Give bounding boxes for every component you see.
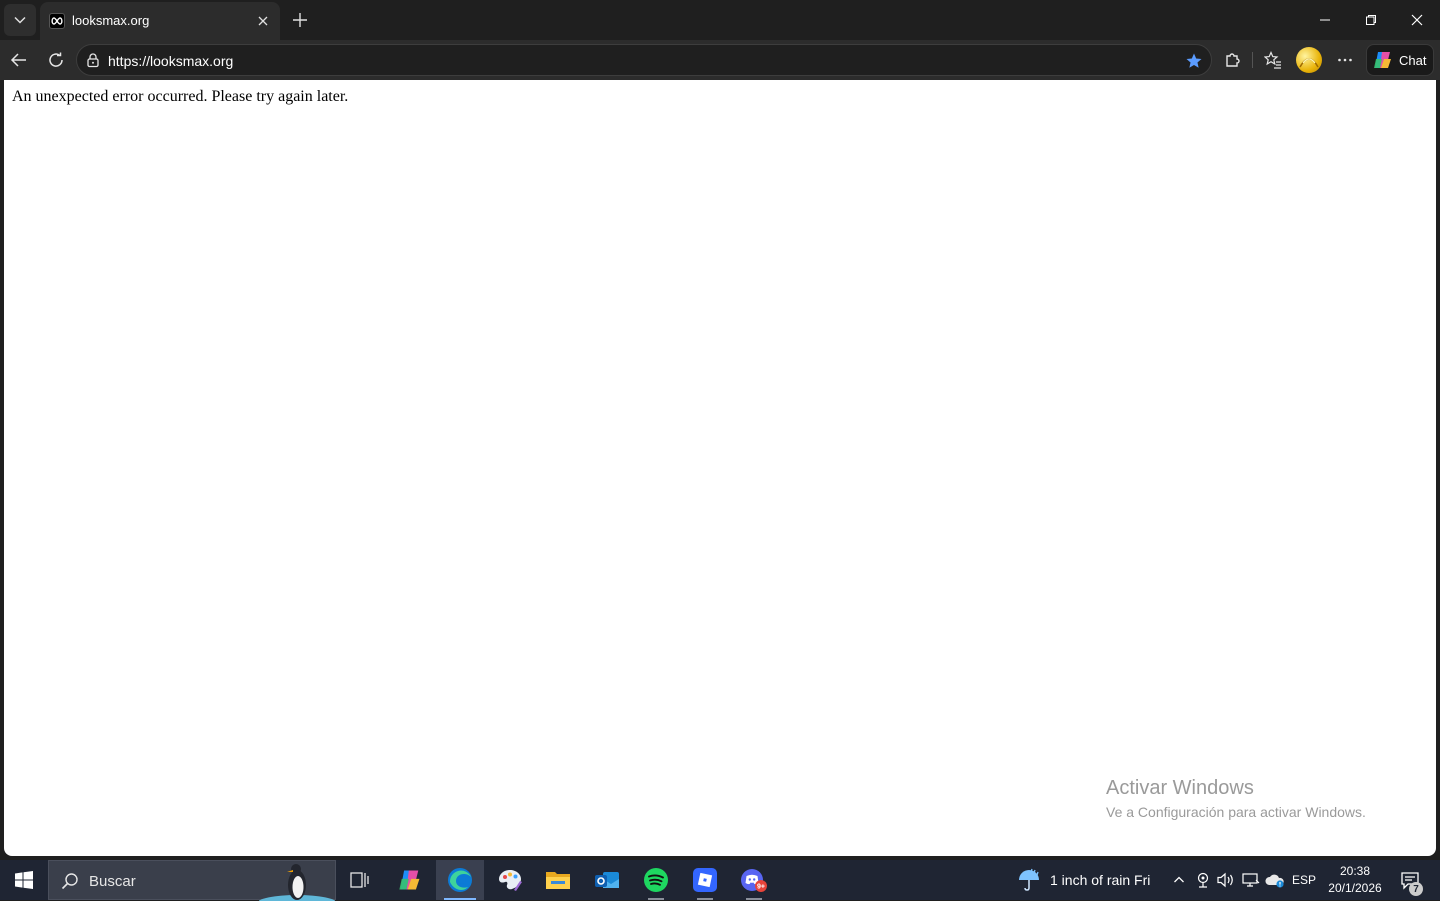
copilot-icon [399, 870, 420, 890]
discord-badge: 9+ [757, 884, 765, 891]
roblox-icon [693, 868, 717, 892]
taskbar-copilot[interactable] [386, 860, 434, 900]
taskbar-roblox[interactable] [681, 860, 729, 900]
watermark-title: Activar Windows [1106, 777, 1254, 799]
penguin-illustration-icon [259, 861, 335, 901]
browser-toolbar: https://looksmax.org Chat [0, 40, 1440, 80]
onedrive-cloud-icon [1265, 874, 1284, 888]
input-language-indicator[interactable]: ESP [1290, 860, 1318, 900]
copilot-icon [1374, 52, 1391, 68]
search-placeholder: Buscar [89, 873, 136, 890]
plus-icon [293, 13, 307, 27]
language-label: ESP [1291, 873, 1316, 887]
taskbar-search-box[interactable]: Buscar [48, 860, 336, 901]
notification-center-button[interactable]: 7 [1394, 860, 1426, 900]
refresh-icon [49, 52, 63, 67]
taskbar: Buscar 9+ 1 inch of rain Fri ESP 20:38 2… [0, 860, 1440, 901]
task-view-button[interactable] [336, 860, 384, 900]
windows-logo-icon [15, 871, 33, 889]
copilot-chat-button[interactable]: Chat [1366, 44, 1434, 76]
paint-palette-icon [499, 870, 522, 891]
tray-onedrive[interactable] [1264, 860, 1286, 900]
tab-actions-menu-button[interactable] [4, 4, 36, 36]
clock-time: 20:38 [1339, 864, 1371, 878]
task-view-icon [350, 872, 369, 888]
spotify-icon [644, 868, 668, 892]
star-filled-icon [1186, 53, 1202, 68]
network-ethernet-icon [1242, 873, 1260, 887]
taskbar-edge[interactable] [436, 860, 484, 900]
volume-icon [1217, 872, 1233, 888]
lock-icon[interactable] [85, 52, 101, 68]
watermark-subtitle: Ve a Configuración para activar Windows. [1106, 804, 1366, 820]
chevron-down-icon [14, 16, 26, 24]
tray-network[interactable] [1240, 860, 1262, 900]
show-hidden-icons-button[interactable] [1170, 860, 1188, 900]
puzzle-icon [1226, 53, 1240, 67]
taskbar-spotify[interactable] [632, 860, 680, 900]
avatar [1299, 58, 1319, 68]
outlook-icon [595, 872, 619, 888]
taskbar-discord[interactable]: 9+ [730, 860, 778, 900]
folder-icon [546, 872, 570, 889]
rain-umbrella-icon [1019, 868, 1039, 891]
minimize-button[interactable] [1302, 0, 1348, 40]
tray-meet-now[interactable] [1194, 860, 1212, 900]
tab-active[interactable]: looksmax.org [40, 2, 280, 40]
tab-close-button[interactable] [254, 12, 272, 30]
more-options-button[interactable] [1329, 44, 1361, 76]
chevron-up-icon [1174, 876, 1184, 883]
edge-icon [448, 868, 472, 892]
start-button[interactable] [0, 860, 48, 900]
arrow-left-icon [10, 53, 26, 67]
infinity-icon [49, 13, 65, 29]
taskbar-paint[interactable] [486, 860, 534, 900]
notification-count-badge: 7 [1409, 882, 1423, 896]
refresh-button[interactable] [40, 44, 72, 76]
profile-avatar[interactable] [1296, 47, 1322, 73]
page-viewport: An unexpected error occurred. Please try… [4, 80, 1436, 856]
activation-watermark: Activar Windows Ve a Configuración para … [1106, 776, 1366, 822]
taskbar-outlook[interactable] [583, 860, 631, 900]
tab-strip: looksmax.org [0, 0, 1440, 40]
minimize-icon [1320, 19, 1330, 21]
clock-date: 20/1/2026 [1328, 881, 1382, 895]
taskbar-file-explorer[interactable] [534, 860, 582, 900]
close-window-button[interactable] [1394, 0, 1440, 40]
address-url[interactable]: https://looksmax.org [108, 53, 233, 69]
new-tab-button[interactable] [286, 6, 314, 34]
close-icon [1411, 14, 1423, 26]
address-bar[interactable]: https://looksmax.org [76, 44, 1212, 76]
tab-title: looksmax.org [72, 13, 150, 28]
weather-widget[interactable]: 1 inch of rain Fri [1014, 860, 1164, 900]
taskbar-clock[interactable]: 20:38 20/1/2026 [1322, 863, 1388, 897]
error-message: An unexpected error occurred. Please try… [12, 88, 349, 105]
favorites-button[interactable] [1257, 44, 1289, 76]
close-icon [258, 16, 268, 26]
webcam-icon [1197, 872, 1209, 888]
favorites-list-icon [1264, 51, 1281, 69]
extensions-button[interactable] [1216, 44, 1248, 76]
back-button[interactable] [3, 44, 35, 76]
toolbar-separator [1252, 52, 1253, 68]
search-icon [61, 873, 78, 890]
more-horizontal-icon [1338, 58, 1352, 62]
tray-volume[interactable] [1216, 860, 1236, 900]
favorite-star-button[interactable] [1183, 50, 1205, 72]
discord-icon: 9+ [741, 869, 767, 892]
restore-button[interactable] [1348, 0, 1394, 40]
restore-icon [1366, 15, 1376, 25]
chat-label: Chat [1399, 52, 1427, 68]
weather-text: 1 inch of rain Fri [1050, 872, 1151, 888]
